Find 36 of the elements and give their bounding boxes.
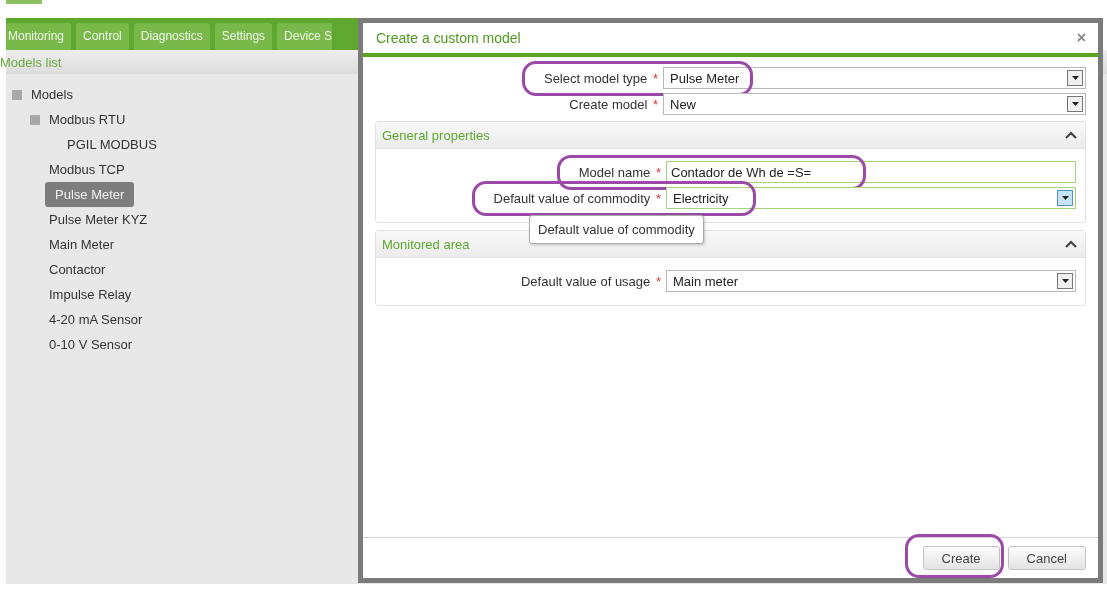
dropdown-field[interactable]: Pulse Meter [663,67,1086,89]
tree-item[interactable]: Pulse Meter KYZ [49,209,148,230]
tree-item[interactable]: PGIL MODBUS [67,134,157,155]
caret-icon[interactable] [1065,131,1077,139]
tree-item[interactable]: Impulse Relay [49,284,132,305]
required-mark: * [655,164,661,180]
tree-item[interactable]: Pulse Meter [45,182,135,207]
required-mark: * [655,273,661,289]
field-label: Select model type [543,70,648,86]
field-label: Model name [578,164,651,180]
tree-item[interactable]: Modbus RTU [49,109,126,130]
tree-item[interactable]: Modbus TCP [49,159,125,180]
tree-item[interactable]: 0-10 V Sensor [49,334,133,355]
section-title: Monitored area [382,236,470,252]
required-mark: * [652,70,658,86]
required-mark: * [655,190,661,206]
tooltip: Default value of commodity [529,215,704,244]
dropdown-field[interactable]: Main meter [666,270,1076,292]
field-label: Create model [569,96,648,112]
tree-item[interactable]: 4-20 mA Sensor [49,309,143,330]
dropdown-field[interactable]: Electricity [666,187,1076,209]
tree-item[interactable]: Models [31,84,73,105]
text-field[interactable]: Contador de Wh de =S= [666,161,1076,183]
caret-icon[interactable] [1065,240,1077,248]
field-label: Default value of usage [520,273,651,289]
close-button[interactable]: × [1076,29,1086,47]
dialog-button[interactable]: Create [922,546,1000,570]
required-mark: * [652,96,658,112]
dialog-button[interactable]: Cancel [1007,546,1086,570]
tree-item[interactable]: Contactor [49,259,106,280]
dialog-title: Create a custom model [376,30,521,46]
field-label: Default value of commodity [493,190,651,206]
dropdown-field[interactable]: New [663,93,1086,115]
tree-item[interactable]: Main Meter [49,234,115,255]
sidebar-title: Models list [0,54,62,70]
section-title: General properties [382,127,490,143]
